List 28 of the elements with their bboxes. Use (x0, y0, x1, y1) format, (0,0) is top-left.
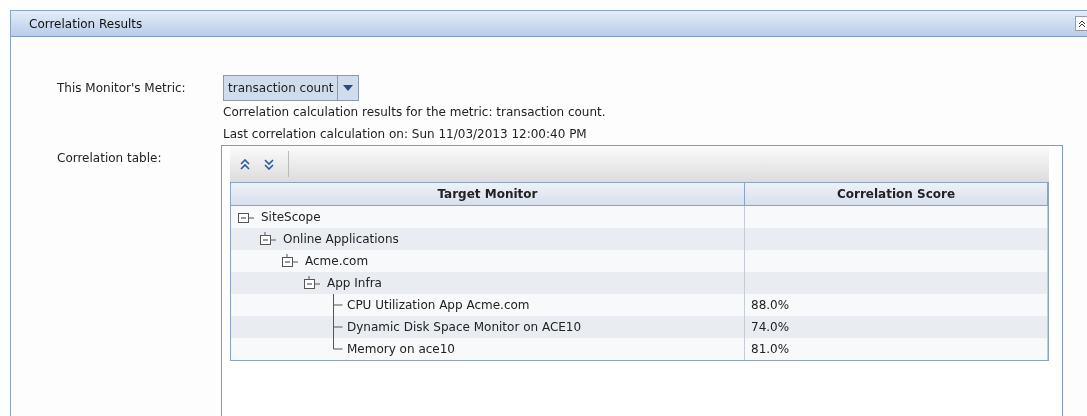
collapse-icon[interactable] (259, 232, 279, 246)
tree-item[interactable]: App Infra (327, 276, 382, 290)
collapse-icon[interactable] (281, 254, 301, 268)
tree-item[interactable]: SiteScope (261, 210, 321, 224)
column-header[interactable]: Target Monitor (231, 183, 745, 206)
caret-icon (343, 85, 354, 91)
info-text: Correlation calculation results for the metric: transaction count. (223, 104, 606, 121)
metric-label: This Monitor's Metric: (56, 80, 187, 97)
score-cell: 88.0% (751, 298, 790, 312)
column-header[interactable]: Correlation Score (745, 183, 1048, 206)
metric-dropdown[interactable]: transaction count (223, 75, 360, 101)
expand-all-icon[interactable] (240, 158, 250, 170)
table-label: Correlation table: (56, 150, 163, 167)
tree-item[interactable]: Acme.com (305, 254, 369, 268)
collapse-icon[interactable] (303, 276, 323, 290)
info-text: Last correlation calculation on: Sun 11/03/2013 12:00:40 PM (223, 126, 587, 143)
tree-item[interactable]: CPU Utilization App Acme.com (347, 298, 530, 312)
collapse-panel-button[interactable] (1075, 16, 1087, 31)
panel-title: Correlation Results (29, 16, 143, 31)
tree-item[interactable]: Dynamic Disk Space Monitor on ACE10 (347, 320, 582, 334)
tree-connector-icon (333, 294, 343, 316)
tree-item[interactable]: Memory on ace10 (347, 342, 455, 356)
tree-item[interactable]: Online Applications (283, 232, 399, 246)
collapse-all-icon[interactable] (264, 158, 274, 170)
chevrons-up-icon (1077, 19, 1086, 28)
score-cell: 74.0% (751, 320, 790, 334)
score-cell: 81.0% (751, 342, 790, 356)
collapse-icon[interactable] (237, 210, 257, 224)
